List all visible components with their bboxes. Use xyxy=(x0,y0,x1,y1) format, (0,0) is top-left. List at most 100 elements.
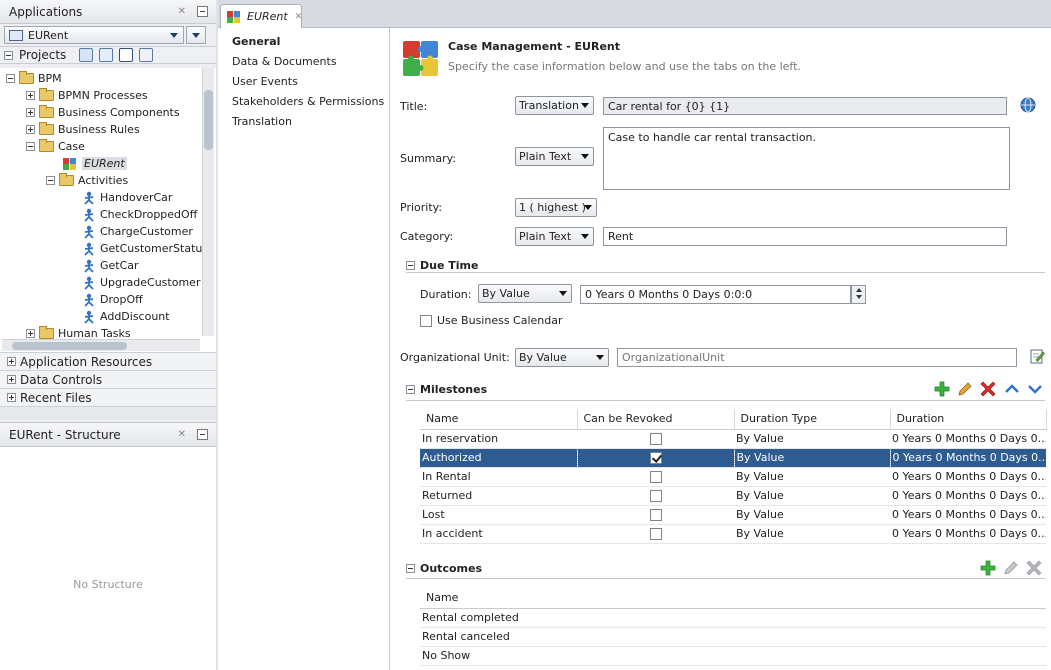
refresh-icon[interactable] xyxy=(99,48,113,62)
summary-mode-select[interactable]: Plain Text xyxy=(515,147,594,166)
table-row[interactable]: Returned By Value 0 Years 0 Months 0 Days … xyxy=(420,486,1046,506)
application-combo[interactable]: EURent xyxy=(4,26,184,44)
column-header-duration-type[interactable]: Duration Type xyxy=(734,409,891,430)
due-time-section[interactable]: Due Time xyxy=(406,258,478,272)
outcomes-section[interactable]: Outcomes xyxy=(406,561,482,575)
add-outcome-button[interactable] xyxy=(980,560,996,576)
editor-tab-eurent[interactable]: EURent ✕ xyxy=(220,4,302,28)
collapse-icon[interactable] xyxy=(6,74,15,83)
table-row[interactable]: In accident By Value 0 Years 0 Months 0 Da… xyxy=(420,524,1046,544)
tree-item[interactable]: ChargeCustomer xyxy=(82,223,193,240)
milestones-section[interactable]: Milestones xyxy=(406,382,487,396)
nav-stakeholders-permissions[interactable]: Stakeholders & Permissions xyxy=(218,91,389,111)
table-row[interactable]: In reservation By Value 0 Years 0 Months 0… xyxy=(420,429,1046,449)
tree-item[interactable]: BPMN Processes xyxy=(26,87,148,104)
duration-mode-select[interactable]: By Value xyxy=(478,284,572,303)
tree-item[interactable]: GetCustomerStatu xyxy=(82,240,202,257)
accordion-application-resources[interactable]: Application Resources xyxy=(0,352,216,370)
tree-item[interactable]: CheckDroppedOff xyxy=(82,206,197,223)
scroll-thumb[interactable] xyxy=(12,342,127,350)
panel-splitter[interactable] xyxy=(0,406,216,420)
nav-user-events[interactable]: User Events xyxy=(218,71,389,91)
tree-item[interactable]: GetCar xyxy=(82,257,139,274)
tree-item-label: ChargeCustomer xyxy=(100,225,193,238)
expand-icon[interactable] xyxy=(26,329,35,338)
minimize-icon[interactable] xyxy=(197,6,208,17)
nav-data-documents[interactable]: Data & Documents xyxy=(218,51,389,71)
title-mode-select[interactable]: Translation xyxy=(515,96,594,115)
org-unit-mode-select[interactable]: By Value xyxy=(515,348,609,367)
column-header-can-be-revoked[interactable]: Can be Revoked xyxy=(577,409,735,430)
close-tab-icon[interactable]: ✕ xyxy=(295,12,303,22)
tree-item[interactable]: BPM xyxy=(6,70,62,87)
expand-icon[interactable] xyxy=(26,125,35,134)
can-be-revoked-checkbox[interactable] xyxy=(649,528,662,540)
scroll-thumb[interactable] xyxy=(204,90,213,150)
minimize-icon[interactable] xyxy=(197,429,208,440)
tree-item[interactable]: EURent xyxy=(62,155,127,172)
globe-icon[interactable] xyxy=(1020,97,1036,113)
column-header-duration[interactable]: Duration xyxy=(890,409,1047,430)
column-header-name[interactable]: Name xyxy=(420,588,1046,609)
business-calendar-checkbox[interactable] xyxy=(420,314,432,327)
move-up-button[interactable] xyxy=(1004,381,1020,397)
org-unit-input[interactable] xyxy=(617,348,1017,367)
nav-translation[interactable]: Translation xyxy=(218,111,389,131)
table-row[interactable]: Rental completed xyxy=(420,608,1046,628)
can-be-revoked-checkbox[interactable] xyxy=(649,452,662,464)
tree-item[interactable]: UpgradeCustomer xyxy=(82,274,200,291)
table-row[interactable]: In Rental By Value 0 Years 0 Months 0 Days… xyxy=(420,467,1046,487)
duration-stepper[interactable] xyxy=(851,285,866,304)
chevron-up-icon[interactable] xyxy=(855,288,862,292)
expand-icon[interactable] xyxy=(26,91,35,100)
category-field[interactable]: Rent xyxy=(603,227,1007,246)
application-menu-button[interactable] xyxy=(186,26,206,44)
accordion-data-controls[interactable]: Data Controls xyxy=(0,370,216,388)
table-row[interactable]: Rental canceled xyxy=(420,627,1046,647)
expand-icon[interactable] xyxy=(26,108,35,117)
milestone-duration-type: By Value xyxy=(733,448,890,468)
delete-milestone-button[interactable] xyxy=(980,381,996,397)
edit-outcome-button[interactable] xyxy=(1003,560,1019,576)
summary-textarea[interactable]: Case to handle car rental transaction. xyxy=(603,127,1010,190)
tree-item[interactable]: Activities xyxy=(46,172,128,189)
table-row[interactable]: Authorized By Value 0 Years 0 Months 0 Day… xyxy=(420,448,1046,468)
can-be-revoked-checkbox[interactable] xyxy=(649,471,662,483)
collapse-icon[interactable] xyxy=(46,176,55,185)
options-icon[interactable] xyxy=(139,48,153,62)
table-row[interactable]: No Show xyxy=(420,646,1046,666)
tree-item[interactable]: Business Rules xyxy=(26,121,140,138)
edit-milestone-button[interactable] xyxy=(957,381,973,397)
can-be-revoked-checkbox[interactable] xyxy=(649,509,662,521)
find-icon[interactable] xyxy=(79,48,93,62)
business-calendar-option[interactable]: Use Business Calendar xyxy=(420,314,563,327)
table-row[interactable]: Lost By Value 0 Years 0 Months 0 Days 0... xyxy=(420,505,1046,525)
duration-field[interactable]: 0 Years 0 Months 0 Days 0:0:0 xyxy=(580,285,851,304)
delete-outcome-button[interactable] xyxy=(1026,560,1042,576)
title-field[interactable]: Car rental for {0} {1} xyxy=(603,97,1007,115)
priority-select[interactable]: 1 ( highest ) xyxy=(515,198,597,217)
nav-general[interactable]: General xyxy=(218,31,389,51)
accordion-recent-files[interactable]: Recent Files xyxy=(0,388,216,406)
tree-item[interactable]: DropOff xyxy=(82,291,143,308)
column-header-name[interactable]: Name xyxy=(420,409,578,430)
chevron-down-icon[interactable] xyxy=(855,295,862,299)
can-be-revoked-checkbox[interactable] xyxy=(649,490,662,502)
close-icon[interactable]: ✕ xyxy=(178,6,186,17)
filter-icon[interactable] xyxy=(119,48,133,62)
can-be-revoked-checkbox[interactable] xyxy=(649,433,662,445)
tree-item[interactable]: AddDiscount xyxy=(82,308,170,325)
collapse-icon[interactable] xyxy=(4,50,13,60)
tree-horizontal-scrollbar[interactable] xyxy=(2,339,200,351)
tree-item[interactable]: Case xyxy=(26,138,85,155)
edit-icon[interactable] xyxy=(1030,348,1045,364)
move-down-button[interactable] xyxy=(1027,381,1043,397)
add-milestone-button[interactable] xyxy=(934,381,950,397)
activity-icon xyxy=(84,276,94,290)
tree-vertical-scrollbar[interactable] xyxy=(202,68,214,336)
close-icon[interactable]: ✕ xyxy=(178,429,186,440)
tree-item[interactable]: HandoverCar xyxy=(82,189,172,206)
collapse-icon[interactable] xyxy=(26,142,35,151)
category-mode-select[interactable]: Plain Text xyxy=(515,227,594,246)
tree-item[interactable]: Business Components xyxy=(26,104,180,121)
